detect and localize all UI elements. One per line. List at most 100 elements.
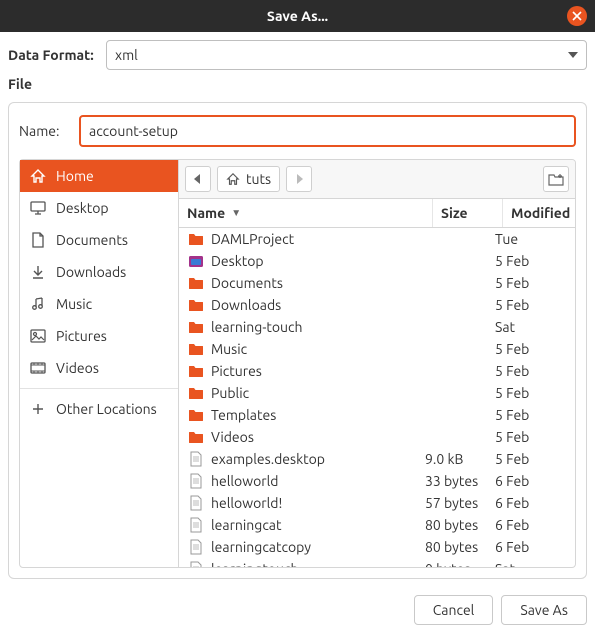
filename-input[interactable]: [79, 115, 576, 147]
file-row[interactable]: learningcatcopy80 bytes6 Feb: [179, 536, 575, 558]
folder-icon: [187, 298, 205, 312]
folder-icon: [187, 320, 205, 334]
videos-icon: [30, 360, 46, 376]
folder-icon: [187, 232, 205, 246]
music-icon: [30, 296, 46, 312]
file-name: Documents: [211, 275, 425, 291]
folder-icon: [187, 430, 205, 444]
column-size[interactable]: Size: [433, 199, 503, 227]
folder-icon: [187, 408, 205, 422]
file-icon: [187, 561, 205, 567]
sidebar-item-other-locations[interactable]: Other Locations: [20, 393, 178, 425]
sidebar-item-label: Downloads: [56, 264, 126, 280]
sidebar-item-label: Documents: [56, 232, 128, 248]
file-row[interactable]: Documents5 Feb: [179, 272, 575, 294]
file-row[interactable]: Pictures 5 Feb: [179, 360, 575, 382]
sidebar-item-desktop[interactable]: Desktop: [20, 192, 178, 224]
folder-icon: [187, 386, 205, 400]
column-name[interactable]: Name ▼: [179, 199, 433, 227]
dataformat-label: Data Format:: [8, 47, 100, 63]
documents-icon: [30, 232, 46, 248]
file-modified: 6 Feb: [495, 495, 567, 511]
file-row[interactable]: DAMLProjectTue: [179, 228, 575, 250]
file-row[interactable]: Desktop5 Feb: [179, 250, 575, 272]
file-row[interactable]: Public5 Feb: [179, 382, 575, 404]
desktop-folder-icon: [187, 254, 205, 268]
sidebar-item-pictures[interactable]: Pictures: [20, 320, 178, 352]
sidebar-item-label: Home: [56, 168, 94, 184]
file-name: Pictures: [211, 363, 425, 379]
file-name: learningtouch: [211, 561, 425, 567]
file-size: 80 bytes: [425, 517, 495, 533]
file-row[interactable]: Music5 Feb: [179, 338, 575, 360]
file-name: Public: [211, 385, 425, 401]
file-row[interactable]: examples.desktop9.0 kB5 Feb: [179, 448, 575, 470]
sidebar-item-label: Desktop: [56, 200, 109, 216]
file-row[interactable]: helloworld33 bytes6 Feb: [179, 470, 575, 492]
new-folder-button[interactable]: [543, 166, 569, 192]
sidebar-item-home[interactable]: Home: [20, 160, 178, 192]
sidebar-item-videos[interactable]: Videos: [20, 352, 178, 384]
file-name: examples.desktop: [211, 451, 425, 467]
pictures-icon: [30, 328, 46, 344]
file-size: 33 bytes: [425, 473, 495, 489]
breadcrumb-current[interactable]: tuts: [217, 166, 280, 192]
folder-icon: [187, 276, 205, 290]
folder-icon: [187, 342, 205, 356]
sidebar-item-documents[interactable]: Documents: [20, 224, 178, 256]
places-sidebar: Home Desktop Documents Downloads MusicPictur…: [19, 159, 179, 568]
name-label: Name:: [19, 123, 69, 139]
file-row[interactable]: Downloads5 Feb: [179, 294, 575, 316]
file-modified: 5 Feb: [495, 451, 567, 467]
file-row[interactable]: learningcat80 bytes6 Feb: [179, 514, 575, 536]
path-bar: tuts: [179, 160, 575, 199]
home-icon: [30, 168, 46, 184]
column-modified[interactable]: Modified: [503, 199, 575, 227]
file-icon: [187, 517, 205, 533]
file-row[interactable]: Videos 5 Feb: [179, 426, 575, 448]
file-list[interactable]: DAMLProjectTueDesktop5 FebDocuments5 Feb…: [179, 228, 575, 567]
close-button[interactable]: [567, 6, 587, 26]
file-name: Templates: [211, 407, 425, 423]
sort-indicator-icon: ▼: [231, 207, 241, 219]
file-name: helloworld!: [211, 495, 425, 511]
table-header: Name ▼ Size Modified: [179, 199, 575, 228]
file-row[interactable]: learning-touchSat: [179, 316, 575, 338]
chevron-down-icon: [568, 52, 578, 58]
file-row[interactable]: Templates5 Feb: [179, 404, 575, 426]
plus-icon: [30, 402, 46, 416]
file-modified: 5 Feb: [495, 363, 567, 379]
nav-back-button[interactable]: [185, 166, 211, 192]
folder-icon: [187, 364, 205, 378]
sidebar-item-music[interactable]: Music: [20, 288, 178, 320]
file-row[interactable]: helloworld!57 bytes6 Feb: [179, 492, 575, 514]
sidebar-item-label: Other Locations: [56, 401, 157, 417]
dataformat-select[interactable]: xml: [106, 40, 587, 70]
file-modified: 6 Feb: [495, 539, 567, 555]
file-modified: 5 Feb: [495, 341, 567, 357]
home-icon: [226, 172, 240, 186]
file-size: 57 bytes: [425, 495, 495, 511]
file-modified: 5 Feb: [495, 429, 567, 445]
file-modified: 6 Feb: [495, 517, 567, 533]
file-modified: Sat: [495, 561, 567, 567]
file-modified: Tue: [495, 231, 567, 247]
save-button[interactable]: Save As: [501, 595, 587, 625]
sidebar-item-downloads[interactable]: Downloads: [20, 256, 178, 288]
file-name: Videos: [211, 429, 425, 445]
sidebar-item-label: Videos: [56, 360, 99, 376]
file-row[interactable]: learningtouch0 bytesSat: [179, 558, 575, 567]
file-name: learningcatcopy: [211, 539, 425, 555]
dataformat-value: xml: [115, 47, 138, 63]
desktop-icon: [30, 200, 46, 216]
file-icon: [187, 451, 205, 467]
file-name: learning-touch: [211, 319, 425, 335]
file-section-label: File: [8, 70, 587, 96]
file-size: 0 bytes: [425, 561, 495, 567]
nav-forward-button[interactable]: [286, 166, 312, 192]
file-name: helloworld: [211, 473, 425, 489]
file-icon: [187, 539, 205, 555]
file-modified: 6 Feb: [495, 473, 567, 489]
file-icon: [187, 495, 205, 511]
cancel-button[interactable]: Cancel: [414, 595, 494, 625]
